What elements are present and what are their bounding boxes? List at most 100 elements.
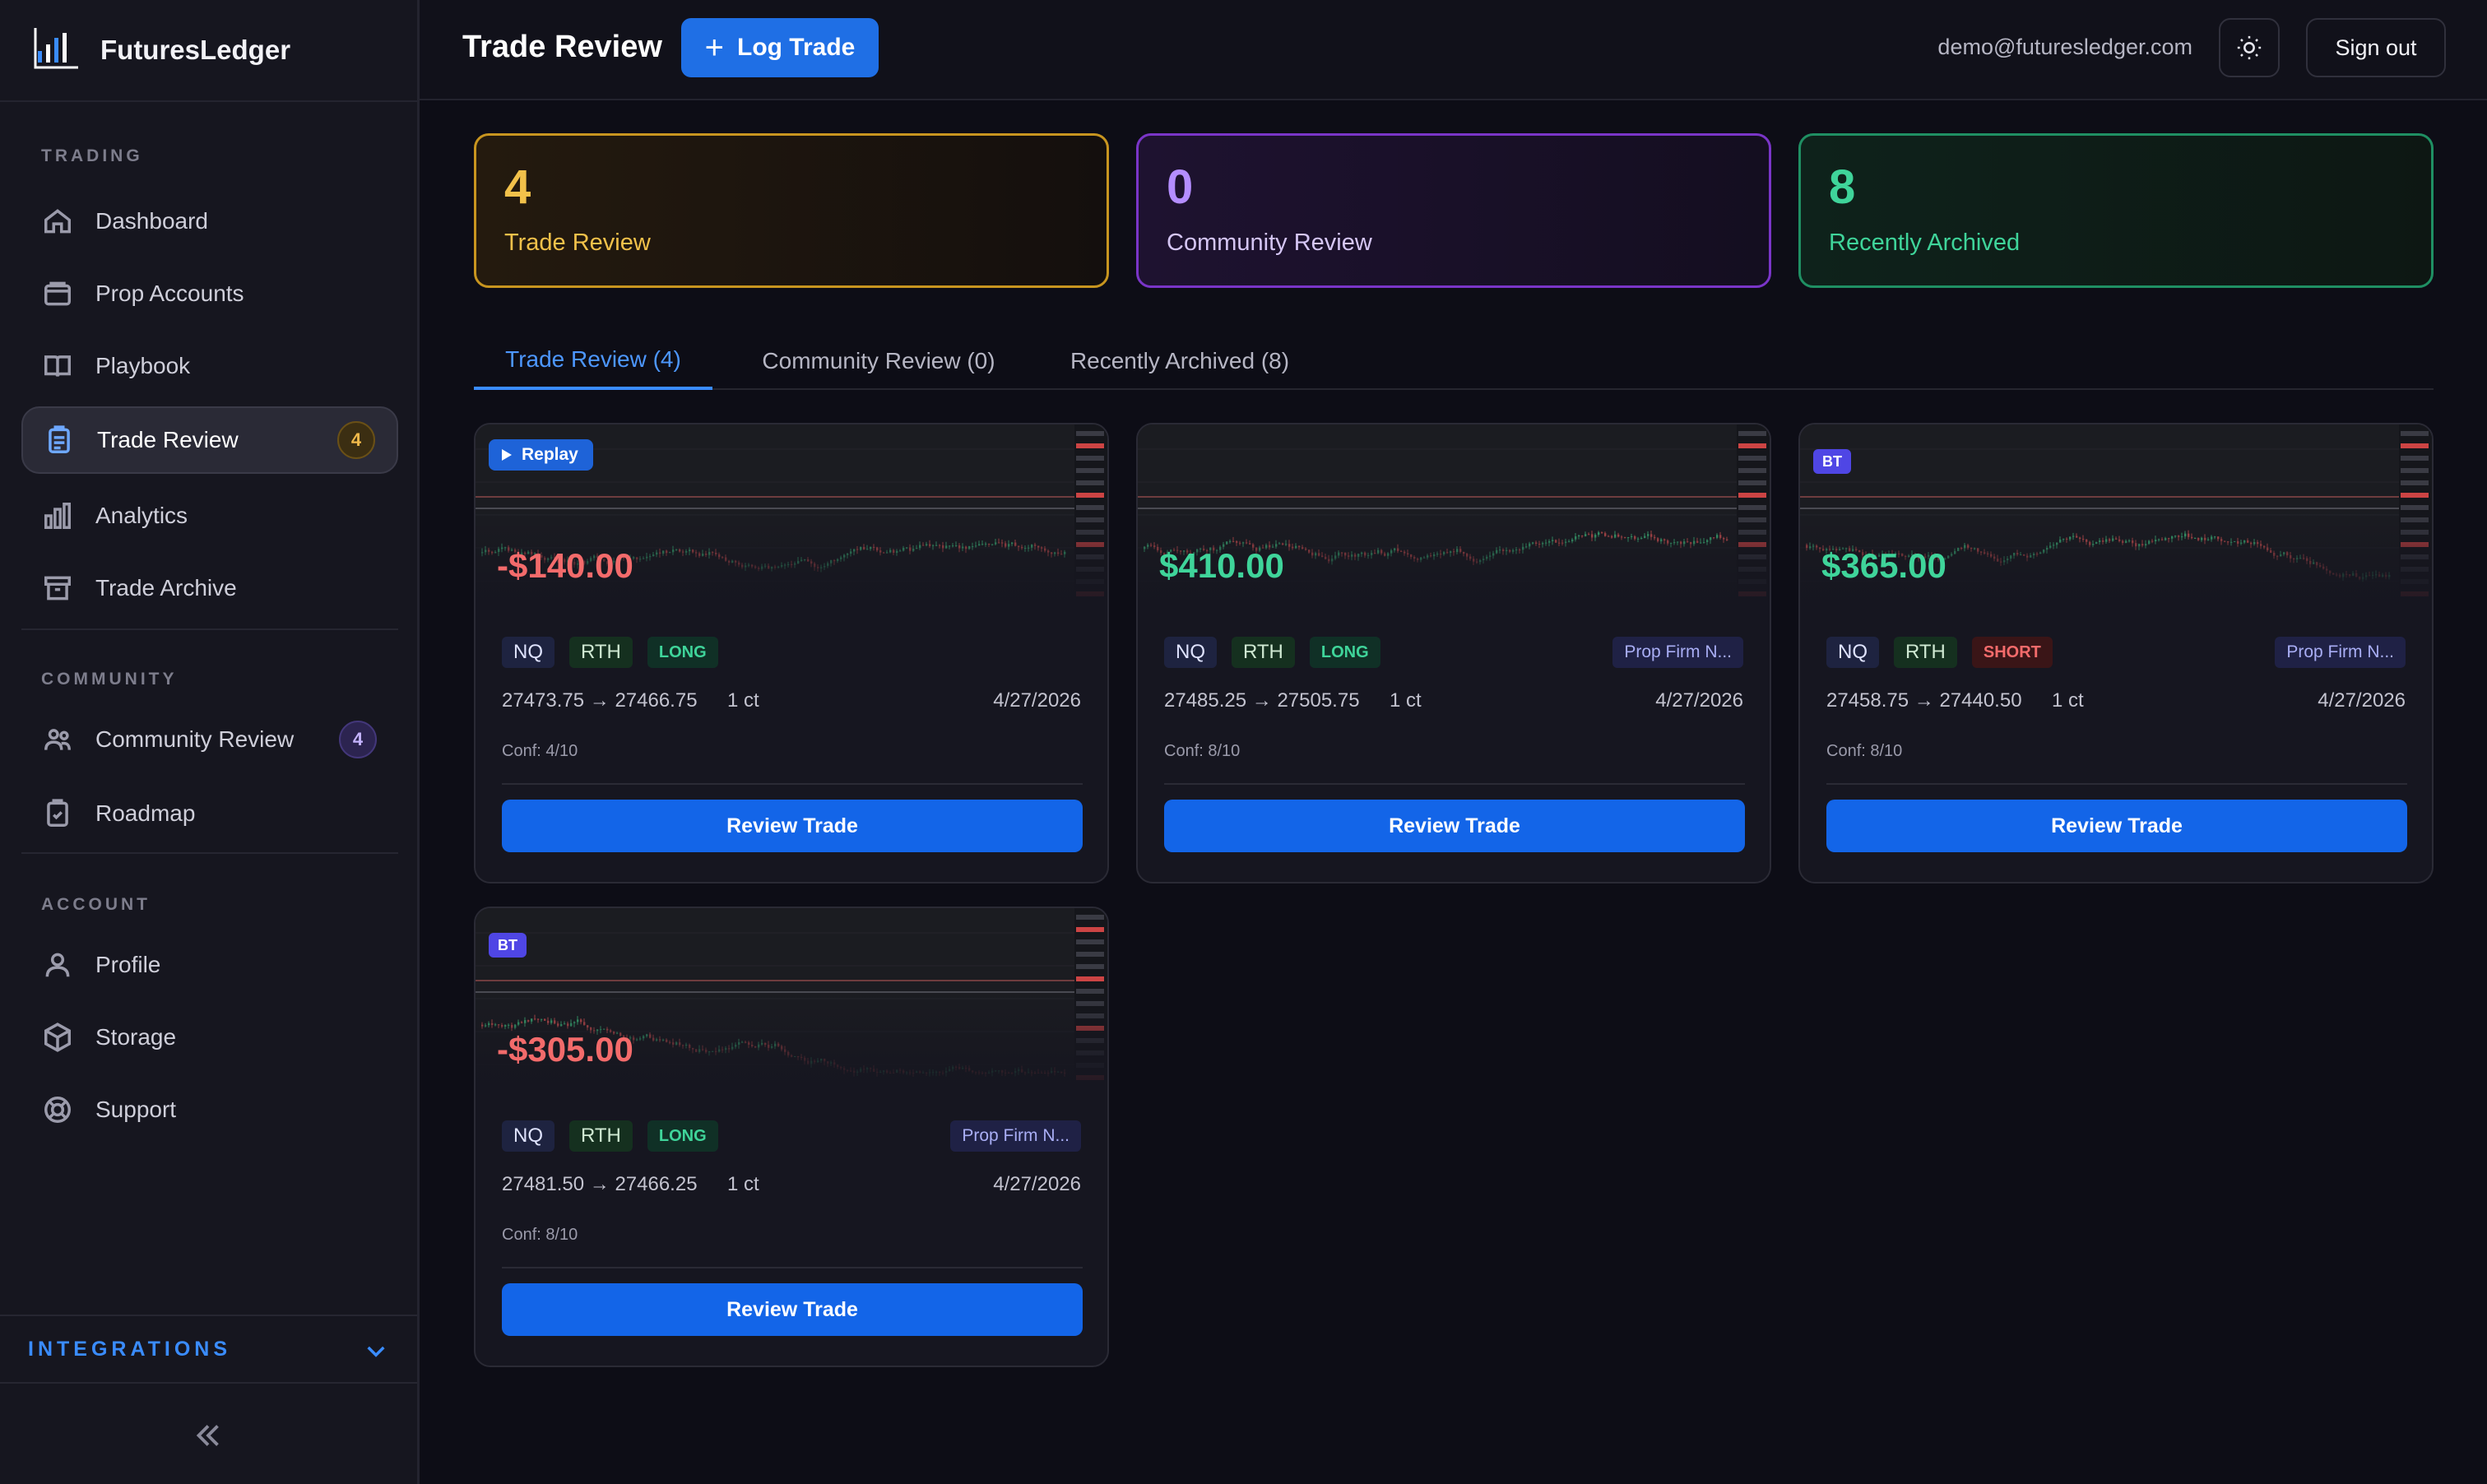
sidebar-item-roadmap[interactable]: Roadmap: [21, 780, 398, 847]
tab-bar: Trade Review (4) Community Review (0) Re…: [474, 332, 2434, 390]
pnl-value: $365.00: [1821, 546, 1946, 585]
lifebuoy-icon: [41, 1093, 74, 1126]
sidebar-item-label: Profile: [95, 952, 161, 977]
stat-card-community-review[interactable]: 0 Community Review: [1136, 133, 1771, 288]
sidebar-item-playbook[interactable]: Playbook: [21, 332, 398, 400]
sidebar-item-label: Prop Accounts: [95, 281, 244, 306]
trade-tags: NQ RTH LONG: [502, 637, 733, 668]
direction-chip: LONG: [1309, 637, 1380, 668]
clipboard-check-icon: [41, 797, 74, 830]
sidebar: FuturesLedger TRADING Dashboard Prop Acc…: [0, 0, 420, 1484]
session-chip: RTH: [1232, 637, 1295, 668]
sign-out-button[interactable]: Sign out: [2306, 18, 2446, 77]
review-trade-button[interactable]: Review Trade: [1164, 800, 1745, 852]
sidebar-item-prop-accounts[interactable]: Prop Accounts: [21, 260, 398, 327]
direction-chip: LONG: [647, 637, 718, 668]
prop-account-chip: Prop Firm N...: [2275, 637, 2406, 668]
sidebar-item-label: Dashboard: [95, 208, 208, 234]
symbol-chip: NQ: [1826, 637, 1879, 668]
wallet-icon: [41, 277, 74, 310]
trade-date: 4/27/2026: [1655, 689, 1743, 712]
sidebar-item-community-review[interactable]: Community Review 4: [21, 706, 398, 773]
sidebar-item-label: Trade Review: [97, 427, 239, 452]
card-divider: [502, 1267, 1083, 1268]
count-badge: 4: [337, 421, 375, 459]
theme-toggle-button[interactable]: [2219, 18, 2280, 77]
review-trade-button[interactable]: Review Trade: [502, 1283, 1083, 1336]
app-name: FuturesLedger: [100, 35, 291, 65]
sidebar-item-label: Storage: [95, 1024, 177, 1050]
chart-thumbnail[interactable]: $410.00: [1138, 424, 1770, 610]
top-header: Trade Review + Log Trade demo@futuresled…: [420, 0, 2487, 100]
sidebar-divider: [21, 628, 398, 630]
chart-thumbnail[interactable]: BT $365.00: [1800, 424, 2432, 610]
logo-icon: [34, 28, 78, 69]
pnl-value: -$140.00: [497, 546, 633, 585]
sidebar-divider: [21, 852, 398, 854]
section-label-community: COMMUNITY: [41, 670, 178, 689]
bar-chart-icon: [41, 499, 74, 532]
home-icon: [41, 205, 74, 238]
count-badge: 4: [339, 721, 377, 758]
direction-chip: LONG: [647, 1120, 718, 1152]
direction-chip: SHORT: [1971, 637, 2053, 668]
card-divider: [502, 783, 1083, 785]
sidebar-item-dashboard[interactable]: Dashboard: [21, 188, 398, 255]
stat-count: 8: [1829, 160, 1856, 214]
sidebar-item-label: Playbook: [95, 353, 191, 378]
chart-thumbnail[interactable]: BT -$305.00: [476, 908, 1107, 1094]
card-divider: [1164, 783, 1745, 785]
trade-tags: NQ RTH LONG: [502, 1120, 733, 1152]
pnl-value: -$305.00: [497, 1030, 633, 1069]
sidebar-item-support[interactable]: Support: [21, 1076, 398, 1143]
brand[interactable]: FuturesLedger: [0, 0, 417, 102]
entry-exit-prices: 27473.75 → 27466.75: [502, 689, 698, 712]
sidebar-item-label: Community Review: [95, 726, 295, 752]
sidebar-item-profile[interactable]: Profile: [21, 931, 398, 999]
integrations-toggle[interactable]: INTEGRATIONS: [0, 1315, 417, 1384]
sidebar-item-storage[interactable]: Storage: [21, 1004, 398, 1071]
archive-icon: [41, 572, 74, 605]
section-label-trading: TRADING: [41, 146, 143, 165]
play-icon: [502, 449, 512, 461]
sidebar-item-label: Trade Archive: [95, 575, 237, 601]
log-trade-button[interactable]: + Log Trade: [681, 18, 879, 77]
backtest-tag: BT: [489, 933, 527, 958]
trade-date: 4/27/2026: [993, 689, 1081, 712]
card-divider: [1826, 783, 2407, 785]
stat-card-recently-archived[interactable]: 8 Recently Archived: [1798, 133, 2434, 288]
trade-tags: NQ RTH LONG: [1164, 637, 1395, 668]
sidebar-item-analytics[interactable]: Analytics: [21, 482, 398, 550]
sidebar-item-label: Analytics: [95, 503, 188, 528]
chart-thumbnail[interactable]: Replay -$140.00: [476, 424, 1107, 610]
session-chip: RTH: [1894, 637, 1957, 668]
sidebar-item-trade-review[interactable]: Trade Review 4: [21, 406, 398, 474]
contract-qty: 1 ct: [727, 689, 759, 712]
confidence: Conf: 8/10: [1164, 742, 1241, 760]
sun-icon: [2237, 35, 2262, 60]
sidebar-item-label: Support: [95, 1097, 177, 1122]
symbol-chip: NQ: [502, 637, 554, 668]
confidence: Conf: 4/10: [502, 742, 578, 760]
sidebar-item-trade-archive[interactable]: Trade Archive: [21, 554, 398, 622]
section-label-account: ACCOUNT: [41, 895, 151, 914]
contract-qty: 1 ct: [1390, 689, 1422, 712]
session-chip: RTH: [569, 1120, 633, 1152]
stat-card-trade-review[interactable]: 4 Trade Review: [474, 133, 1109, 288]
session-chip: RTH: [569, 637, 633, 668]
review-trade-button[interactable]: Review Trade: [502, 800, 1083, 852]
log-trade-label: Log Trade: [737, 34, 856, 61]
main-content: 4 Trade Review 0 Community Review 8 Rece…: [420, 100, 2487, 1484]
tab-recently-archived[interactable]: Recently Archived (8): [1050, 332, 1310, 390]
tab-trade-review[interactable]: Trade Review (4): [474, 332, 712, 390]
collapse-sidebar-icon[interactable]: [189, 1417, 227, 1454]
symbol-chip: NQ: [502, 1120, 554, 1152]
box-icon: [41, 1021, 74, 1054]
tab-community-review[interactable]: Community Review (0): [745, 332, 1012, 390]
entry-exit-prices: 27458.75 → 27440.50: [1826, 689, 2022, 712]
clipboard-icon: [43, 424, 76, 457]
plus-icon: +: [704, 30, 724, 66]
user-icon: [41, 948, 74, 981]
review-trade-button[interactable]: Review Trade: [1826, 800, 2407, 852]
user-email: demo@futuresledger.com: [1937, 35, 2192, 59]
